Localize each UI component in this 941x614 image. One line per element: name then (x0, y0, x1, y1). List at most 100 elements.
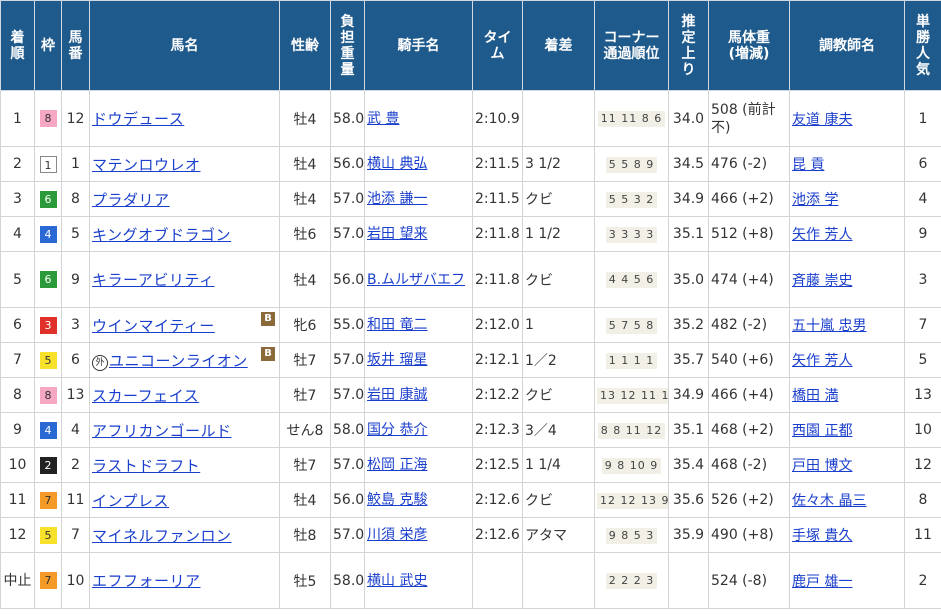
horse-name-link[interactable]: スカーフェイス (92, 387, 199, 405)
jockey-cell: 武 豊 (364, 90, 473, 147)
header-trainer: 調教師名 (789, 0, 905, 91)
horse-name-link[interactable]: ウインマイティー (92, 317, 215, 335)
horse-number: 5 (71, 226, 80, 242)
last3f-cell: 35.1 (668, 412, 709, 448)
trainer-link[interactable]: 五十嵐 忠男 (792, 318, 866, 334)
jockey-link[interactable]: 横山 典弘 (367, 156, 427, 172)
trainer-link[interactable]: 西園 正都 (792, 423, 852, 439)
trainer-link[interactable]: 佐々木 晶三 (792, 493, 866, 509)
trainer-link[interactable]: 昆 貢 (792, 157, 824, 173)
carried-weight: 56.0 (333, 492, 365, 508)
umaban-cell: 11 (61, 482, 90, 518)
body-weight-cell: 474 (+4) (708, 251, 790, 308)
horse-number: 6 (71, 352, 80, 368)
body-weight-cell: 512 (+8) (708, 216, 790, 252)
weight-cell: 57.0 (330, 342, 365, 378)
weight-cell: 58.0 (330, 552, 365, 609)
finish-cell: 8 (0, 377, 35, 413)
trainer-cell: 戸田 博文 (789, 447, 905, 483)
finish-position: 10 (8, 457, 27, 473)
horse-name-link[interactable]: エフフォーリア (92, 572, 201, 590)
corner-positions: 5 7 5 8 (605, 317, 658, 334)
waku-badge: 5 (39, 526, 57, 544)
header-horse-name: 馬名 (89, 0, 280, 91)
jockey-link[interactable]: 和田 竜二 (367, 317, 427, 333)
jockey-link[interactable]: 武 豊 (367, 111, 399, 127)
margin: クビ (525, 192, 553, 208)
last3f-cell: 35.4 (668, 447, 709, 483)
trainer-link[interactable]: 手塚 貴久 (792, 528, 852, 544)
popularity: 5 (918, 352, 928, 368)
horse-name-cell: マイネルファンロン (89, 517, 280, 553)
jockey-link[interactable]: 鮫島 克駿 (367, 492, 427, 508)
body-weight-cell: 468 (+2) (708, 412, 790, 448)
margin-cell: クビ (522, 482, 595, 518)
horse-name-link[interactable]: ドウデュース (92, 110, 184, 128)
trainer-cell: 友道 康夫 (789, 90, 905, 147)
finish-position: 7 (13, 352, 22, 368)
finish-position: 11 (8, 492, 27, 508)
carried-weight: 57.0 (333, 352, 365, 368)
trainer-link[interactable]: 池添 学 (792, 192, 838, 208)
jockey-link[interactable]: 国分 恭介 (367, 422, 427, 438)
waku-cell: 2 (34, 447, 62, 483)
header-umaban: 馬番 (61, 0, 90, 91)
waku-cell: 5 (34, 342, 62, 378)
jockey-link[interactable]: 横山 武史 (367, 573, 427, 589)
finish-cell: 6 (0, 307, 35, 343)
trainer-cell: 五十嵐 忠男 (789, 307, 905, 343)
horse-name-link[interactable]: プラダリア (92, 191, 170, 209)
waku-badge: 5 (39, 351, 57, 369)
horse-name-link[interactable]: インプレス (92, 492, 169, 510)
corner-cell: 5 5 3 2 (594, 181, 669, 217)
trainer-link[interactable]: 矢作 芳人 (792, 353, 852, 369)
weight-cell: 56.0 (330, 251, 365, 308)
corner-positions: 9 8 5 3 (605, 527, 658, 544)
horse-name-link[interactable]: ラストドラフト (92, 457, 200, 475)
corner-positions: 5 5 8 9 (605, 156, 658, 173)
time-cell (472, 552, 523, 609)
horse-number: 8 (71, 191, 80, 207)
trainer-link[interactable]: 戸田 博文 (792, 458, 852, 474)
horse-name-link[interactable]: キングオブドラゴン (92, 226, 231, 244)
table-row: 3 6 8 プラダリア 牡4 57.0 池添 謙一 2:11.5 クビ 5 5 3 2 34.9 46… (0, 181, 941, 217)
table-row: 4 4 5 キングオブドラゴン 牡6 57.0 岩田 望来 2:11.8 1 1/2 3 3 3 … (0, 216, 941, 252)
jockey-link[interactable]: 岩田 望来 (367, 226, 427, 242)
corner-positions: 5 5 3 2 (605, 191, 658, 208)
sex-age: 牡6 (293, 227, 317, 243)
jockey-link[interactable]: B.ムルザバエフ (367, 272, 465, 288)
horse-name-link[interactable]: マテンロウレオ (92, 156, 201, 174)
table-row: 2 1 1 マテンロウレオ 牡4 56.0 横山 典弘 2:11.5 3 1/2 5 5 8 9 3… (0, 146, 941, 182)
popularity-cell: 8 (904, 482, 941, 518)
jockey-link[interactable]: 坂井 瑠星 (367, 352, 427, 368)
jockey-link[interactable]: 池添 謙一 (367, 191, 427, 207)
finish-cell: 4 (0, 216, 35, 252)
trainer-link[interactable]: 矢作 芳人 (792, 227, 852, 243)
popularity-cell: 5 (904, 342, 941, 378)
trainer-cell: 鹿戸 雄一 (789, 552, 905, 609)
jockey-link[interactable]: 川須 栄彦 (367, 527, 427, 543)
horse-name-link[interactable]: マイネルファンロン (92, 527, 232, 545)
header-body-weight: 馬体重 (増減) (708, 0, 790, 91)
trainer-link[interactable]: 斉藤 崇史 (792, 273, 852, 289)
trainer-link[interactable]: 友道 康夫 (792, 112, 852, 128)
horse-name-cell: ウインマイティー B (89, 307, 280, 343)
trainer-link[interactable]: 鹿戸 雄一 (792, 574, 852, 590)
popularity: 2 (918, 572, 928, 589)
sex-age-cell: 牡4 (279, 251, 331, 308)
horse-name-link[interactable]: ユニコーンライオン (109, 352, 248, 370)
body-weight: 466 (+2) (711, 191, 774, 207)
popularity-cell: 10 (904, 412, 941, 448)
horse-name-cell: キラーアビリティ (89, 251, 280, 308)
jockey-cell: 川須 栄彦 (364, 517, 473, 553)
finish-position: 中止 (3, 572, 32, 589)
jockey-link[interactable]: 松岡 正海 (367, 457, 427, 473)
trainer-link[interactable]: 橋田 満 (792, 388, 838, 404)
finish-time: 2:12.0 (475, 317, 520, 333)
horse-name-link[interactable]: キラーアビリティ (92, 271, 215, 289)
table-row: 11 7 11 インプレス 牡4 56.0 鮫島 克駿 2:12.6 クビ 12 12 13 93… (0, 482, 941, 518)
horse-name-link[interactable]: アフリカンゴールド (92, 422, 232, 440)
header-last3f: 推定上り (668, 0, 709, 91)
sex-age-cell: 牡4 (279, 146, 331, 182)
jockey-link[interactable]: 岩田 康誠 (367, 387, 427, 403)
